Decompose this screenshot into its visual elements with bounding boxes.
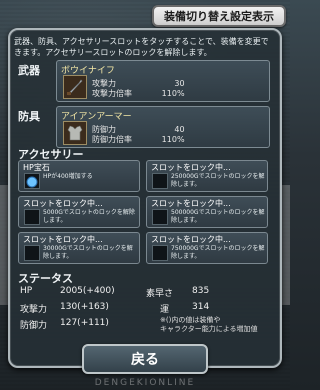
slot-title: スロットをロック中... <box>151 235 231 244</box>
accessory-slot-4[interactable]: スロットをロック中... 500000Gでスロットのロックを解除します。 <box>146 196 268 228</box>
stat-label: 防御力倍率 <box>92 135 132 144</box>
stat-label: 攻撃力倍率 <box>92 89 132 98</box>
stat-value: 30 <box>174 79 185 88</box>
slot-desc: 500000Gでスロットのロックを解除します。 <box>171 209 265 224</box>
locked-slot-icon <box>152 245 168 261</box>
luck-value: 314 <box>192 302 210 312</box>
defense-value: 127(+111) <box>60 318 109 328</box>
attack-value: 130(+163) <box>60 302 109 312</box>
locked-slot-icon <box>24 245 40 261</box>
accessory-slot-6[interactable]: スロットをロック中... 750000Gでスロットのロックを解除します。 <box>146 232 268 264</box>
agility-value: 835 <box>192 286 210 296</box>
hp-value: 2005(+400) <box>60 286 115 296</box>
slot-title: スロットをロック中... <box>23 199 103 208</box>
hp-gem-icon <box>24 173 40 189</box>
weapon-section-title: 武器 <box>18 64 40 77</box>
slot-title: スロットをロック中... <box>23 235 103 244</box>
back-button[interactable]: 戻る <box>82 344 208 374</box>
stat-value: 40 <box>174 125 185 134</box>
slot-desc: 30000Gでスロットのロックを解除します。 <box>43 245 133 260</box>
slot-title: HP宝石 <box>23 163 50 172</box>
slot-title: スロットをロック中... <box>151 163 231 172</box>
slot-desc: 250000Gでスロットのロックを解除します。 <box>171 173 265 188</box>
slot-desc: HPが400増加する <box>43 173 93 180</box>
accessory-slot-1[interactable]: HP宝石 HPが400増加する <box>18 160 140 192</box>
slot-desc: 5000Gでスロットのロックを解除します。 <box>43 209 135 224</box>
armor-section-title: 防具 <box>18 110 40 123</box>
instructions-text: 武器、防具、アクセサリースロットをタッチすることで、装備を変更できます。アクセサ… <box>14 37 269 57</box>
locked-slot-icon <box>152 173 168 189</box>
watermark: DENGEKIONLINE <box>94 378 196 388</box>
locked-slot-icon <box>152 209 168 225</box>
hp-label: HP <box>20 286 33 296</box>
slot-title: スロットをロック中... <box>151 199 231 208</box>
armor-stat-defense-rate: 防御力倍率 110% <box>92 134 185 145</box>
luck-label: 運 <box>160 305 170 315</box>
status-note-line1: ※()内の値は装備や <box>160 316 221 324</box>
equip-switch-settings-button[interactable]: 装備切り替え設定表示 <box>152 5 286 27</box>
accessory-slot-5[interactable]: スロットをロック中... 30000Gでスロットのロックを解除します。 <box>18 232 140 264</box>
status-section-title: ステータス <box>18 272 73 285</box>
armor-icon <box>63 121 87 145</box>
slot-desc: 750000Gでスロットのロックを解除します。 <box>171 245 265 260</box>
status-note-line2: キャラクター能力による増加値 <box>160 325 258 333</box>
stat-value: 110% <box>161 135 185 144</box>
agility-label: 素早さ <box>146 289 174 299</box>
attack-label: 攻撃力 <box>20 305 48 315</box>
defense-label: 防御力 <box>20 321 48 331</box>
stat-value: 110% <box>161 89 185 98</box>
knife-icon <box>63 75 87 99</box>
accessory-slot-3[interactable]: スロットをロック中... 5000Gでスロットのロックを解除します。 <box>18 196 140 228</box>
weapon-stat-attack-rate: 攻撃力倍率 110% <box>92 88 185 99</box>
accessory-slot-2[interactable]: スロットをロック中... 250000Gでスロットのロックを解除します。 <box>146 160 268 192</box>
locked-slot-icon <box>24 209 40 225</box>
